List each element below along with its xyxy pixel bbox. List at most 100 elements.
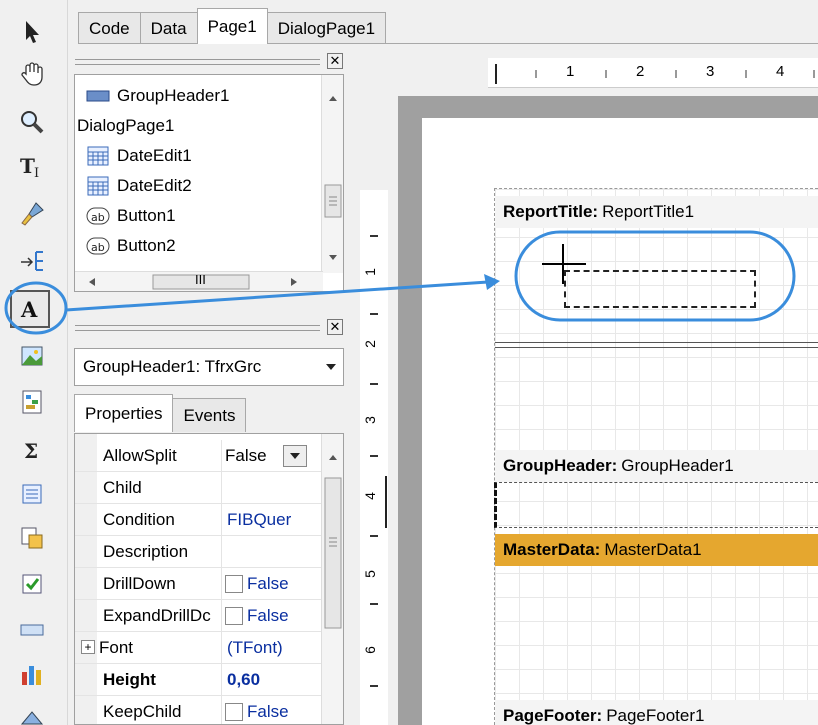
picture-icon[interactable] [14,338,50,374]
format-painter-icon[interactable] [14,196,50,232]
text-tool-icon[interactable]: TI [14,148,50,184]
property-row[interactable]: AllowSplit False [75,440,323,472]
property-checkbox[interactable]: False [225,696,323,724]
tab-dialogpage1[interactable]: DialogPage1 [266,12,387,44]
inspector-tabs: Properties Events [74,394,247,434]
tree-item[interactable]: DateEdit1 [85,143,192,169]
select-arrow-icon[interactable] [14,14,50,50]
svg-text:ab: ab [91,211,105,224]
line-icon[interactable] [14,612,50,648]
property-row[interactable]: DrillDown False [75,568,323,600]
close-icon[interactable]: ✕ [327,319,343,335]
text-object-placeholder[interactable] [564,270,756,308]
band-icon [85,85,111,107]
vertical-ruler: 1 2 3 4 5 6 [360,190,388,725]
tree-item[interactable]: DateEdit2 [85,173,192,199]
svg-text:Σ: Σ [24,439,38,463]
table-icon[interactable] [14,520,50,556]
tree-item[interactable]: GroupHeader1 [85,83,229,109]
grip-lines [75,59,320,65]
property-name: ExpandDrillDᴄ [103,606,211,625]
insert-band-icon[interactable] [14,242,50,278]
band-reporttitle[interactable]: ReportTitle: ReportTitle1 [495,196,818,228]
tree-item-label: Button2 [117,236,176,255]
ab-button-icon: ab [85,235,111,257]
svg-text:T: T [20,154,35,178]
property-value: 0,60 [227,670,261,689]
property-scrollbar[interactable] [321,434,343,724]
text-object-icon[interactable]: A [10,290,50,328]
band-name: MasterData1 [604,540,702,559]
checkbox-icon[interactable] [225,607,243,625]
sum-icon[interactable]: Σ [14,432,50,468]
tree-item[interactable]: ab Button2 [85,233,176,259]
horizontal-ruler: 1 2 3 4 [488,58,818,88]
tab-divider [78,43,818,44]
object-selector[interactable]: GroupHeader1: TfrxGrc [74,348,344,386]
date-edit-icon[interactable] [14,476,50,512]
band-separator [495,342,818,348]
groupheader-selection[interactable] [494,482,818,528]
shape-icon[interactable] [14,700,50,725]
chart-icon[interactable] [14,656,50,692]
property-name: Condition [103,510,175,529]
property-value: False [247,606,289,625]
checkbox-icon[interactable] [225,703,243,721]
tree-vertical-scrollbar[interactable] [321,75,343,273]
property-value: False [247,702,289,721]
svg-text:ab: ab [91,241,105,254]
property-checkbox[interactable]: False [225,568,323,600]
calendar-icon [85,175,111,197]
checkbox-icon[interactable] [225,575,243,593]
tab-properties[interactable]: Properties [74,394,174,432]
band-type: GroupHeader: [503,456,618,475]
band-type: MasterData: [503,540,601,559]
property-name: AllowSplit [103,446,177,465]
property-name: Child [103,478,142,497]
designer-tabs: Code Data Page1 DialogPage1 [78,8,387,44]
tab-events[interactable]: Events [172,398,247,432]
tab-page1[interactable]: Page1 [196,8,268,44]
tab-code[interactable]: Code [78,12,141,44]
property-dropdown[interactable]: False [225,440,323,472]
property-row[interactable]: ExpandDrillDᴄ False [75,600,323,632]
band-pagefooter[interactable]: PageFooter: PageFooter1 [495,700,818,725]
hand-icon[interactable] [14,56,50,92]
property-row[interactable]: KeepChild False [75,696,323,724]
property-row[interactable]: + Font (TFont) [75,632,323,664]
band-type: PageFooter: [503,706,603,725]
ab-button-icon: ab [85,205,111,227]
ruler-label: 4 [361,492,378,500]
tab-data[interactable]: Data [139,12,198,44]
tree-horizontal-scrollbar[interactable]: III [75,271,323,291]
tree-item-label: DialogPage1 [77,116,175,135]
band-groupheader[interactable]: GroupHeader: GroupHeader1 [495,450,818,482]
svg-text:I: I [34,166,39,180]
checkbox-icon[interactable] [14,566,50,602]
property-checkbox[interactable]: False [225,600,323,632]
expand-plus-icon[interactable]: + [81,640,95,654]
tree-item-label: DateEdit2 [117,176,192,195]
tree-item[interactable]: ab Button1 [85,203,176,229]
calendar-icon [85,145,111,167]
tree-item-label: DateEdit1 [117,146,192,165]
zoom-icon[interactable] [14,104,50,140]
chevron-down-icon [326,364,336,370]
property-name: Description [103,542,189,561]
grip-lines [75,325,320,331]
property-row[interactable]: Description [75,536,323,568]
property-row[interactable]: Condition FIBQuer [75,504,323,536]
report-tree-titlebar: ✕ [75,53,343,70]
band-masterdata[interactable]: MasterData: MasterData1 [495,534,818,566]
subreport-icon[interactable] [14,384,50,420]
ruler-label: 3 [361,416,378,424]
tree-item[interactable]: DialogPage1 [77,113,174,139]
ruler-label: 2 [361,340,378,348]
report-designer: TI A Σ Code Data Page1 DialogPage1 ✕ Gro… [0,0,818,725]
property-name: KeepChild [103,702,182,721]
close-icon[interactable]: ✕ [327,53,343,69]
property-value: False [225,446,267,465]
property-row[interactable]: Height 0,60 [75,664,323,696]
property-row[interactable]: Child [75,472,323,504]
chevron-down-icon[interactable] [283,445,307,467]
